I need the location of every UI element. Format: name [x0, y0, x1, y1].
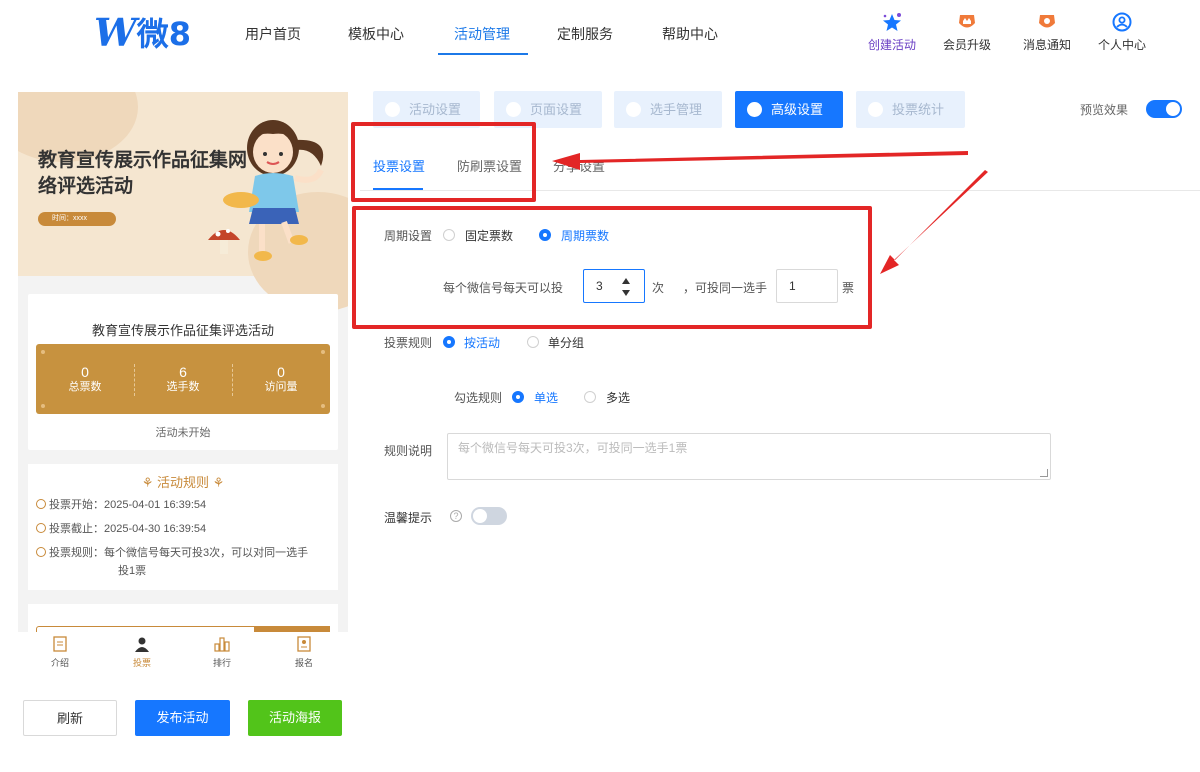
annotation-arrows-icon [552, 151, 988, 274]
